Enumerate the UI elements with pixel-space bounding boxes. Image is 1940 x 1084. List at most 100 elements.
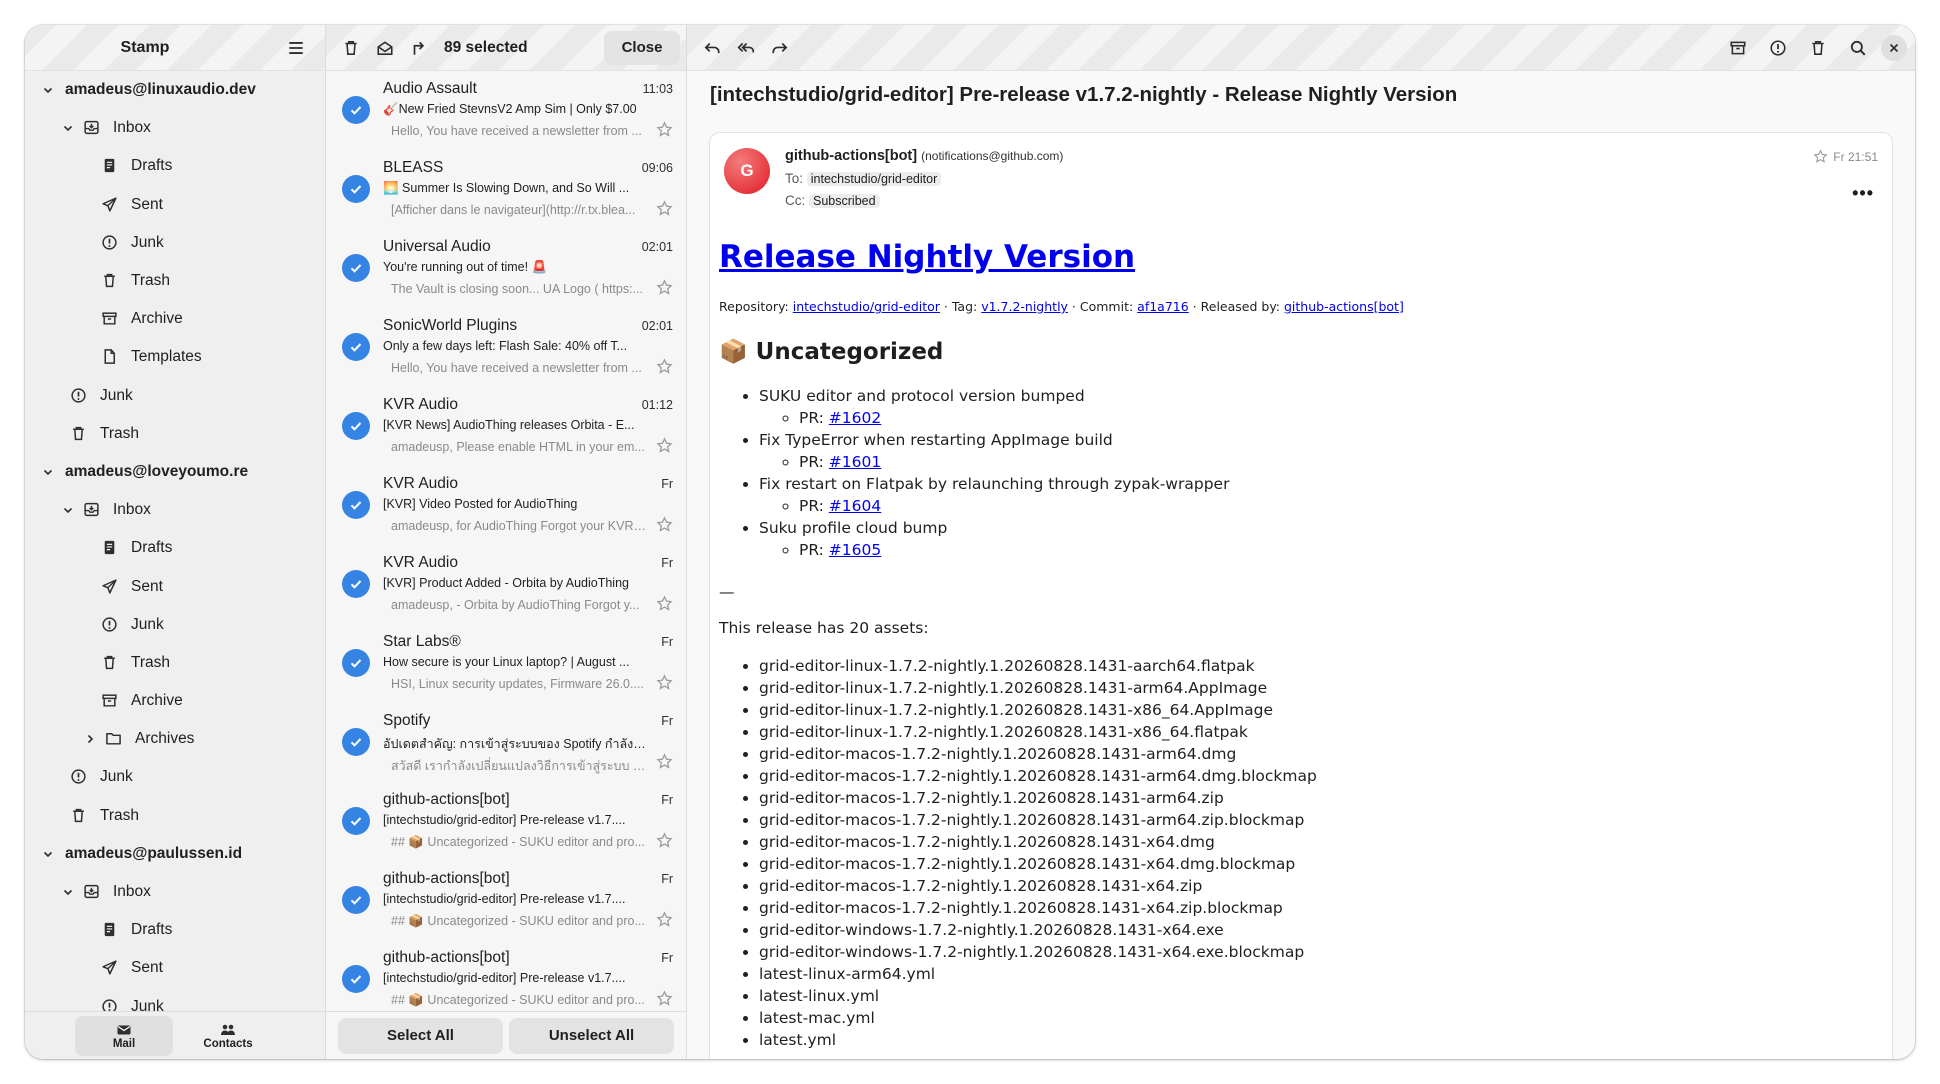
folder-junk[interactable]: Junk [25, 377, 325, 415]
checkmark-icon[interactable] [342, 728, 370, 756]
delete-icon[interactable] [1801, 31, 1835, 65]
star-icon[interactable] [656, 279, 673, 296]
checkmark-icon[interactable] [342, 491, 370, 519]
checkmark-icon[interactable] [342, 807, 370, 835]
reply-all-icon[interactable] [729, 31, 763, 65]
pr-link[interactable]: #1601 [829, 453, 881, 471]
checkmark-icon[interactable] [342, 965, 370, 993]
message-row[interactable]: Star Labs® Fr How secure is your Linux l… [326, 624, 686, 703]
message-row[interactable]: KVR Audio 01:12 [KVR News] AudioThing re… [326, 387, 686, 466]
message-preview: ## 📦 Uncategorized - SUKU editor and pro… [391, 914, 645, 928]
message-row[interactable]: github-actions[bot] Fr [intechstudio/gri… [326, 861, 686, 940]
tag-link[interactable]: v1.7.2-nightly [981, 299, 1068, 314]
checkmark-icon[interactable] [342, 886, 370, 914]
folder-inbox[interactable]: Inbox [25, 491, 325, 529]
star-icon[interactable] [656, 595, 673, 612]
chevron-down-icon[interactable] [39, 845, 57, 863]
folder-trash[interactable]: Trash [25, 797, 325, 835]
folder-junk[interactable]: Junk [25, 606, 325, 644]
sender-name[interactable]: github-actions[bot] [785, 148, 917, 164]
message-row[interactable]: github-actions[bot] Fr [intechstudio/gri… [326, 940, 686, 1011]
star-icon[interactable] [656, 911, 673, 928]
move-icon[interactable] [402, 31, 436, 65]
message-row[interactable]: KVR Audio Fr [KVR] Product Added - Orbit… [326, 545, 686, 624]
folder-drafts[interactable]: Drafts [25, 911, 325, 949]
trash-icon[interactable] [334, 31, 368, 65]
chevron-down-icon[interactable] [59, 501, 77, 519]
folder-junk[interactable]: Junk [25, 988, 325, 1011]
folder-drafts[interactable]: Drafts [25, 529, 325, 567]
mail-tab[interactable]: Mail [75, 1015, 173, 1056]
message-row[interactable]: Audio Assault 11:03 🎸New Fried StevnsV2 … [326, 71, 686, 150]
folder-sent[interactable]: Sent [25, 567, 325, 605]
pr-link[interactable]: #1604 [829, 497, 881, 515]
account-row[interactable]: amadeus@linuxaudio.dev [25, 71, 325, 109]
chevron-down-icon[interactable] [39, 81, 57, 99]
archive-icon[interactable] [1721, 31, 1755, 65]
folder-trash[interactable]: Trash [25, 644, 325, 682]
star-icon[interactable] [656, 990, 673, 1007]
chevron-right-icon[interactable] [81, 730, 99, 748]
message-row[interactable]: Spotify Fr อัปเดตสำคัญ: การเข้าสู่ระบบขอ… [326, 703, 686, 782]
star-icon[interactable] [656, 516, 673, 533]
star-icon[interactable] [656, 358, 673, 375]
account-row[interactable]: amadeus@paulussen.id [25, 835, 325, 873]
star-icon[interactable] [656, 437, 673, 454]
commit-link[interactable]: af1a716 [1137, 299, 1189, 314]
message-row[interactable]: BLEASS 09:06 🌅 Summer Is Slowing Down, a… [326, 150, 686, 229]
forward-icon[interactable] [763, 31, 797, 65]
star-icon[interactable] [656, 121, 673, 138]
message-row[interactable]: Universal Audio 02:01 You're running out… [326, 229, 686, 308]
chevron-down-icon[interactable] [59, 883, 77, 901]
folder-archive[interactable]: Archive [25, 682, 325, 720]
release-heading-link[interactable]: Release Nightly Version [719, 239, 1135, 275]
pr-link[interactable]: #1602 [829, 409, 881, 427]
folder-drafts[interactable]: Drafts [25, 147, 325, 185]
repo-link[interactable]: intechstudio/grid-editor [793, 299, 940, 314]
close-selection-button[interactable]: Close [604, 30, 680, 65]
star-icon[interactable] [656, 832, 673, 849]
checkmark-icon[interactable] [342, 412, 370, 440]
folder-archive[interactable]: Archive [25, 300, 325, 338]
star-icon[interactable] [656, 753, 673, 770]
junk-icon[interactable] [1761, 31, 1795, 65]
contacts-tab[interactable]: Contacts [179, 1016, 277, 1056]
folder-junk[interactable]: Junk [25, 758, 325, 796]
cc-recipient[interactable]: Subscribed [809, 194, 880, 208]
checkmark-icon[interactable] [342, 254, 370, 282]
message-row[interactable]: SonicWorld Plugins 02:01 Only a few days… [326, 308, 686, 387]
folder-sent[interactable]: Sent [25, 186, 325, 224]
checkmark-icon[interactable] [342, 175, 370, 203]
pr-link[interactable]: #1605 [829, 541, 881, 559]
hamburger-menu-icon[interactable] [279, 31, 313, 65]
message-row[interactable]: KVR Audio Fr [KVR] Video Posted for Audi… [326, 466, 686, 545]
reply-icon[interactable] [695, 31, 729, 65]
account-row[interactable]: amadeus@loveyoumo.re [25, 453, 325, 491]
unselect-all-button[interactable]: Unselect All [509, 1017, 674, 1054]
chevron-down-icon[interactable] [59, 119, 77, 137]
to-recipient[interactable]: intechstudio/grid-editor [806, 172, 942, 186]
checkmark-icon[interactable] [342, 570, 370, 598]
folder-inbox[interactable]: Inbox [25, 109, 325, 147]
star-icon[interactable] [656, 674, 673, 691]
search-icon[interactable] [1841, 31, 1875, 65]
mark-read-icon[interactable] [368, 31, 402, 65]
star-icon[interactable] [1813, 149, 1828, 164]
checkmark-icon[interactable] [342, 333, 370, 361]
star-icon[interactable] [656, 200, 673, 217]
folder-archives[interactable]: Archives [25, 720, 325, 758]
folder-trash[interactable]: Trash [25, 415, 325, 453]
chevron-down-icon[interactable] [39, 463, 57, 481]
folder-sent[interactable]: Sent [25, 949, 325, 987]
checkmark-icon[interactable] [342, 96, 370, 124]
folder-junk[interactable]: Junk [25, 224, 325, 262]
released-by-link[interactable]: github-actions[bot] [1284, 299, 1404, 314]
folder-trash[interactable]: Trash [25, 262, 325, 300]
more-options-icon[interactable]: ••• [1852, 183, 1874, 204]
checkmark-icon[interactable] [342, 649, 370, 677]
folder-templates[interactable]: Templates [25, 338, 325, 376]
close-window-icon[interactable] [1881, 34, 1907, 61]
message-row[interactable]: github-actions[bot] Fr [intechstudio/gri… [326, 782, 686, 861]
folder-inbox[interactable]: Inbox [25, 873, 325, 911]
select-all-button[interactable]: Select All [338, 1017, 503, 1054]
